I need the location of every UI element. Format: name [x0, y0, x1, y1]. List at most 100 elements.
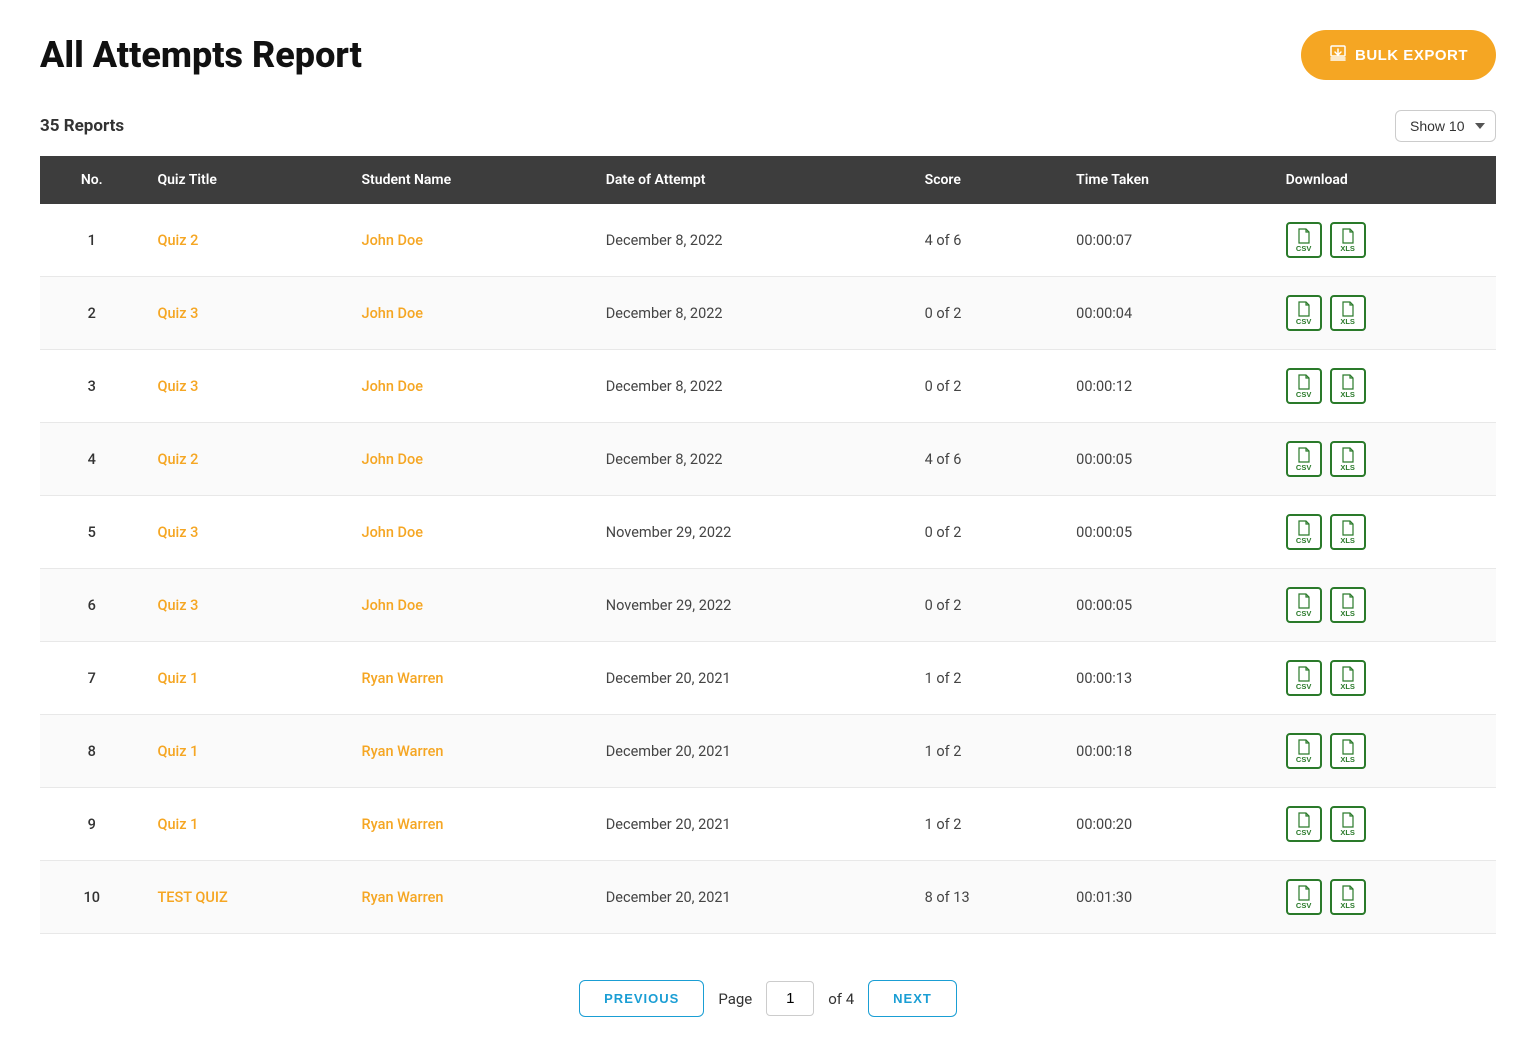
csv-label: CSV: [1296, 829, 1311, 837]
cell-student-name[interactable]: John Doe: [348, 496, 592, 569]
cell-quiz-title[interactable]: Quiz 3: [143, 277, 347, 350]
attempts-table: No. Quiz Title Student Name Date of Atte…: [40, 156, 1496, 934]
table-row: 3 Quiz 3 John Doe December 8, 2022 0 of …: [40, 350, 1496, 423]
xls-download-button[interactable]: XLS: [1330, 368, 1366, 404]
table-row: 9 Quiz 1 Ryan Warren December 20, 2021 1…: [40, 788, 1496, 861]
cell-no: 2: [40, 277, 143, 350]
cell-quiz-title[interactable]: Quiz 3: [143, 569, 347, 642]
file-icon-xls: [1341, 301, 1355, 317]
cell-date: December 8, 2022: [592, 277, 911, 350]
cell-student-name[interactable]: Ryan Warren: [348, 642, 592, 715]
csv-label: CSV: [1296, 610, 1311, 618]
cell-student-name[interactable]: John Doe: [348, 423, 592, 496]
cell-time: 00:00:20: [1062, 788, 1271, 861]
show-per-page-select[interactable]: Show 10 Show 5 Show 25 Show 50: [1395, 110, 1496, 142]
file-icon: [1297, 593, 1311, 609]
cell-download: CSV XLS: [1272, 642, 1496, 715]
cell-quiz-title[interactable]: Quiz 1: [143, 642, 347, 715]
csv-download-button[interactable]: CSV: [1286, 806, 1322, 842]
cell-score: 0 of 2: [911, 569, 1063, 642]
csv-download-button[interactable]: CSV: [1286, 660, 1322, 696]
file-icon-xls: [1341, 739, 1355, 755]
csv-label: CSV: [1296, 464, 1311, 472]
csv-download-button[interactable]: CSV: [1286, 222, 1322, 258]
cell-download: CSV XLS: [1272, 861, 1496, 934]
cell-score: 4 of 6: [911, 204, 1063, 277]
cell-quiz-title[interactable]: Quiz 3: [143, 496, 347, 569]
csv-download-button[interactable]: CSV: [1286, 733, 1322, 769]
file-icon: [1297, 447, 1311, 463]
xls-download-button[interactable]: XLS: [1330, 587, 1366, 623]
bulk-export-button[interactable]: BULK EXPORT: [1301, 30, 1496, 80]
cell-date: December 20, 2021: [592, 788, 911, 861]
cell-no: 10: [40, 861, 143, 934]
csv-download-button[interactable]: CSV: [1286, 368, 1322, 404]
previous-button[interactable]: PREVIOUS: [579, 980, 704, 1017]
cell-quiz-title[interactable]: Quiz 1: [143, 788, 347, 861]
total-pages-label: of 4: [828, 990, 854, 1008]
xls-label: XLS: [1340, 537, 1355, 545]
page-title: All Attempts Report: [40, 34, 362, 76]
xls-download-button[interactable]: XLS: [1330, 660, 1366, 696]
cell-student-name[interactable]: John Doe: [348, 277, 592, 350]
file-icon: [1297, 520, 1311, 536]
xls-download-button[interactable]: XLS: [1330, 295, 1366, 331]
xls-download-button[interactable]: XLS: [1330, 441, 1366, 477]
file-icon: [1297, 885, 1311, 901]
xls-download-button[interactable]: XLS: [1330, 222, 1366, 258]
xls-label: XLS: [1340, 245, 1355, 253]
cell-student-name[interactable]: Ryan Warren: [348, 715, 592, 788]
csv-label: CSV: [1296, 537, 1311, 545]
page-label: Page: [718, 990, 752, 1008]
cell-date: November 29, 2022: [592, 569, 911, 642]
file-icon: [1297, 301, 1311, 317]
cell-quiz-title[interactable]: Quiz 2: [143, 204, 347, 277]
cell-score: 4 of 6: [911, 423, 1063, 496]
cell-no: 7: [40, 642, 143, 715]
cell-quiz-title[interactable]: Quiz 2: [143, 423, 347, 496]
cell-quiz-title[interactable]: Quiz 3: [143, 350, 347, 423]
page-number-input[interactable]: [766, 981, 814, 1016]
file-icon-xls: [1341, 812, 1355, 828]
cell-score: 1 of 2: [911, 788, 1063, 861]
cell-score: 1 of 2: [911, 642, 1063, 715]
table-row: 7 Quiz 1 Ryan Warren December 20, 2021 1…: [40, 642, 1496, 715]
table-row: 6 Quiz 3 John Doe November 29, 2022 0 of…: [40, 569, 1496, 642]
csv-download-button[interactable]: CSV: [1286, 879, 1322, 915]
csv-download-button[interactable]: CSV: [1286, 441, 1322, 477]
reports-label: Reports: [64, 116, 124, 136]
xls-label: XLS: [1340, 829, 1355, 837]
csv-label: CSV: [1296, 756, 1311, 764]
cell-student-name[interactable]: John Doe: [348, 204, 592, 277]
cell-quiz-title[interactable]: Quiz 1: [143, 715, 347, 788]
xls-download-button[interactable]: XLS: [1330, 879, 1366, 915]
cell-date: December 8, 2022: [592, 204, 911, 277]
csv-download-button[interactable]: CSV: [1286, 514, 1322, 550]
xls-label: XLS: [1340, 902, 1355, 910]
cell-score: 0 of 2: [911, 277, 1063, 350]
cell-no: 8: [40, 715, 143, 788]
bulk-export-icon: [1329, 44, 1347, 66]
table-row: 1 Quiz 2 John Doe December 8, 2022 4 of …: [40, 204, 1496, 277]
xls-download-button[interactable]: XLS: [1330, 514, 1366, 550]
cell-time: 00:01:30: [1062, 861, 1271, 934]
xls-download-button[interactable]: XLS: [1330, 806, 1366, 842]
file-icon: [1297, 374, 1311, 390]
cell-download: CSV XLS: [1272, 496, 1496, 569]
xls-download-button[interactable]: XLS: [1330, 733, 1366, 769]
csv-download-button[interactable]: CSV: [1286, 295, 1322, 331]
csv-download-button[interactable]: CSV: [1286, 587, 1322, 623]
cell-download: CSV XLS: [1272, 569, 1496, 642]
cell-date: November 29, 2022: [592, 496, 911, 569]
cell-student-name[interactable]: Ryan Warren: [348, 861, 592, 934]
table-row: 10 TEST QUIZ Ryan Warren December 20, 20…: [40, 861, 1496, 934]
cell-time: 00:00:07: [1062, 204, 1271, 277]
cell-student-name[interactable]: John Doe: [348, 569, 592, 642]
next-button[interactable]: NEXT: [868, 980, 957, 1017]
cell-student-name[interactable]: John Doe: [348, 350, 592, 423]
cell-student-name[interactable]: Ryan Warren: [348, 788, 592, 861]
csv-label: CSV: [1296, 245, 1311, 253]
cell-quiz-title[interactable]: TEST QUIZ: [143, 861, 347, 934]
cell-date: December 20, 2021: [592, 642, 911, 715]
file-icon-xls: [1341, 593, 1355, 609]
